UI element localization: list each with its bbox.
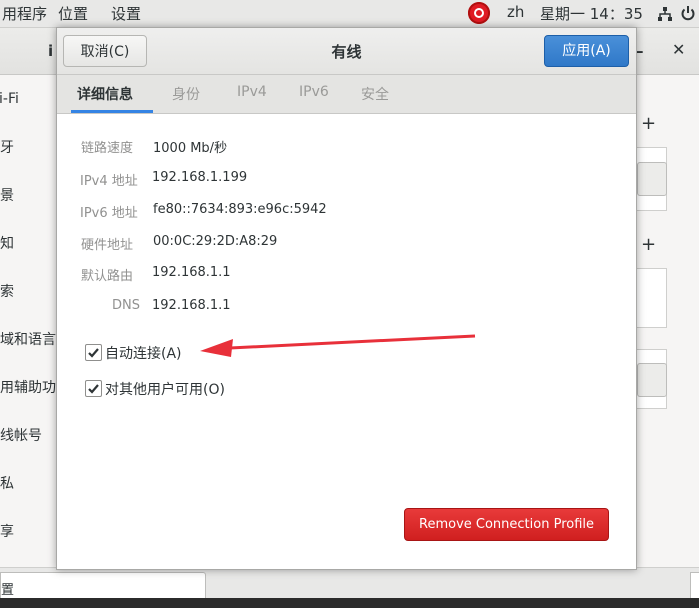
desktop-edge (0, 598, 699, 608)
annotation-arrow (200, 334, 476, 357)
